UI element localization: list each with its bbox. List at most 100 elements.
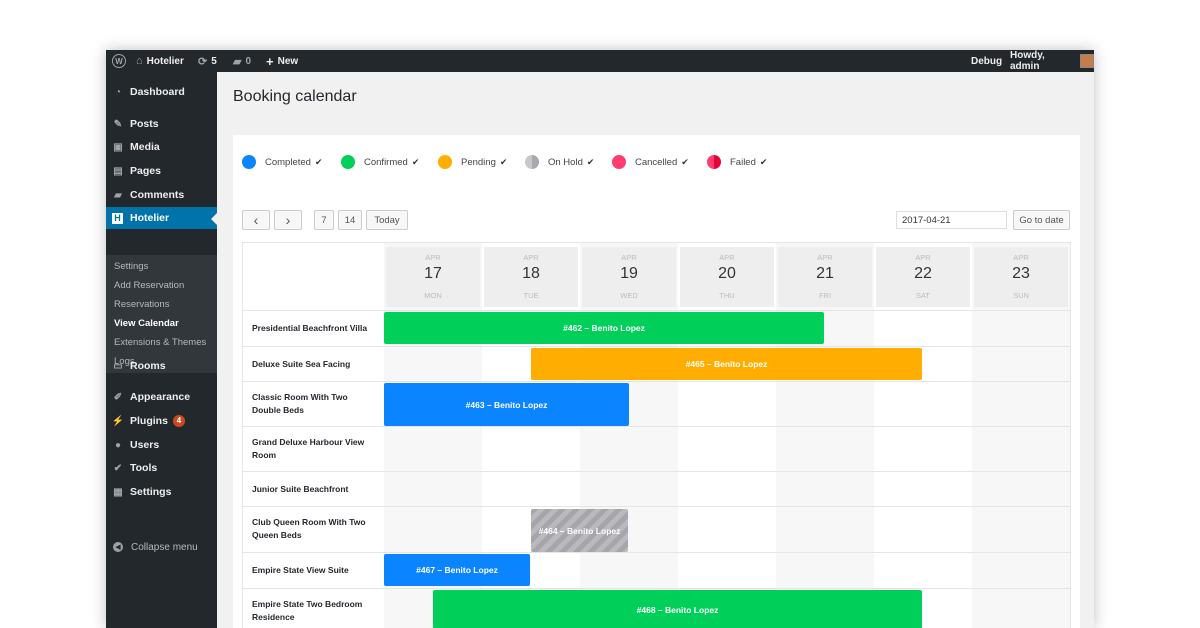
submenu-extensions[interactable]: Extensions & Themes [114, 337, 206, 348]
refresh-icon: ⟳ [198, 55, 208, 68]
collapse-menu-button[interactable]: ◀ Collapse menu [106, 536, 217, 558]
menu-users[interactable]: ● Users [106, 434, 217, 456]
day-number: 20 [718, 265, 736, 282]
updates-count: 5 [211, 55, 217, 67]
legend-pending[interactable]: Pending ✔ [438, 155, 507, 169]
view-7-days-button[interactable]: 7 [314, 210, 334, 230]
room-name: Empire State Two Bedroom Residence [252, 599, 363, 622]
plug-icon: ⚡ [111, 415, 125, 427]
comment-icon: ▰ [114, 189, 122, 201]
menu-label: Hotelier [130, 212, 170, 224]
dashboard-icon: ◔ [114, 86, 122, 98]
day-number: 18 [522, 265, 540, 282]
status-dot [341, 155, 355, 169]
submenu-settings[interactable]: Settings [114, 261, 148, 272]
menu-label: Posts [130, 118, 159, 130]
legend-label: Completed [265, 156, 311, 168]
room-name: Empire State View Suite [252, 565, 349, 575]
room-row: Empire State View Suite [243, 552, 1070, 588]
legend-label: Cancelled [635, 156, 678, 168]
booking-bar-462[interactable]: #462 – Benito Lopez [384, 312, 824, 344]
menu-label: Comments [130, 189, 185, 201]
settings-icon: ▦ [113, 486, 123, 498]
legend-completed[interactable]: Completed ✔ [242, 155, 323, 169]
legend-cancelled[interactable]: Cancelled ✔ [612, 155, 689, 169]
submenu-reservations[interactable]: Reservations [114, 299, 169, 310]
day-weekday: FRI [818, 291, 832, 300]
wordpress-icon: W [112, 54, 126, 68]
site-name-link[interactable]: ⌂ Hotelier [136, 50, 184, 72]
check-icon: ✔ [681, 156, 689, 167]
legend-label: Confirmed [364, 156, 408, 168]
debug-label: Debug [971, 55, 1003, 67]
menu-media[interactable]: ▣ Media [106, 136, 217, 158]
day-number: 19 [620, 265, 638, 282]
booking-bar-464[interactable]: #464 – Benito Lopez [531, 509, 628, 552]
wordpress-logo-button[interactable]: W [112, 50, 126, 72]
today-button[interactable]: Today [366, 210, 408, 230]
updates-link[interactable]: ⟳ 5 [198, 50, 217, 72]
day-month: APR [817, 253, 833, 262]
prev-button[interactable]: ‹ [242, 210, 270, 230]
booking-bar-468[interactable]: #468 – Benito Lopez [433, 590, 922, 628]
day-number: 23 [1012, 265, 1030, 282]
new-content-link[interactable]: + New [266, 50, 298, 72]
legend-failed[interactable]: Failed ✔ [707, 155, 767, 169]
day-weekday: MON [424, 291, 442, 300]
check-icon: ✔ [586, 156, 595, 167]
comments-link[interactable]: ▰ 0 [233, 50, 251, 72]
legend-confirmed[interactable]: Confirmed ✔ [341, 155, 419, 169]
plugins-update-badge: 4 [172, 415, 185, 427]
room-name: Deluxe Suite Sea Facing [252, 359, 351, 369]
legend-on-hold[interactable]: On Hold ✔ [525, 155, 594, 169]
next-button[interactable]: › [274, 210, 302, 230]
day-number: 17 [424, 265, 442, 282]
view-14-days-button[interactable]: 14 [338, 210, 362, 230]
status-dot [612, 155, 626, 169]
day-month: APR [1013, 253, 1029, 262]
pages-icon: ▤ [113, 165, 123, 177]
menu-comments[interactable]: ▰ Comments [106, 184, 217, 206]
menu-label: Settings [130, 486, 172, 498]
day-month: APR [621, 253, 637, 262]
day-weekday: TUE [523, 291, 539, 300]
day-weekday: SUN [1013, 291, 1029, 300]
plus-icon: + [266, 53, 274, 69]
calendar-panel: Completed ✔ Confirmed ✔ Pending ✔ On Hol… [233, 135, 1080, 628]
day-header: APR 20 THU [680, 247, 774, 307]
booking-bar-465[interactable]: #465 – Benito Lopez [531, 348, 922, 380]
site-name: Hotelier [146, 55, 184, 67]
menu-hotelier[interactable]: H Hotelier [106, 207, 217, 229]
go-to-date-button[interactable]: Go to date [1013, 210, 1070, 230]
collapse-label: Collapse menu [131, 541, 198, 553]
date-input[interactable] [896, 211, 1007, 229]
booking-bar-467[interactable]: #467 – Benito Lopez [384, 554, 530, 586]
menu-label: Appearance [130, 391, 191, 403]
menu-rooms[interactable]: ▭ Rooms [106, 355, 217, 377]
status-dot [707, 155, 721, 169]
menu-plugins[interactable]: ⚡ Plugins 4 [106, 410, 217, 432]
room-name: Club Queen Room With Two Queen Beds [252, 517, 366, 540]
menu-tools[interactable]: ✔ Tools [106, 457, 217, 479]
menu-pages[interactable]: ▤ Pages [106, 160, 217, 182]
day-header: APR 23 SUN [974, 247, 1068, 307]
check-icon: ✔ [314, 156, 323, 167]
hotelier-icon: H [112, 212, 123, 224]
menu-settings[interactable]: ▦ Settings [106, 481, 217, 503]
pin-icon: ✎ [113, 118, 123, 130]
debug-link[interactable]: Debug [971, 50, 1002, 72]
bed-icon: ▭ [113, 360, 123, 372]
menu-appearance[interactable]: ✐ Appearance [106, 386, 217, 408]
legend-label: On Hold [548, 156, 583, 168]
day-header: APR 22 SAT [876, 247, 970, 307]
status-dot [242, 155, 256, 169]
submenu-view-calendar[interactable]: View Calendar [114, 318, 179, 329]
room-name: Grand Deluxe Harbour View Room [252, 437, 365, 460]
booking-bar-463[interactable]: #463 – Benito Lopez [384, 383, 629, 426]
status-dot [438, 155, 452, 169]
submenu-add-reservation[interactable]: Add Reservation [114, 280, 184, 291]
menu-dashboard[interactable]: ◔ Dashboard [106, 81, 217, 103]
account-link[interactable]: Howdy, admin [1010, 50, 1094, 72]
day-header: APR 17 MON [386, 247, 480, 307]
menu-posts[interactable]: ✎ Posts [106, 113, 217, 135]
